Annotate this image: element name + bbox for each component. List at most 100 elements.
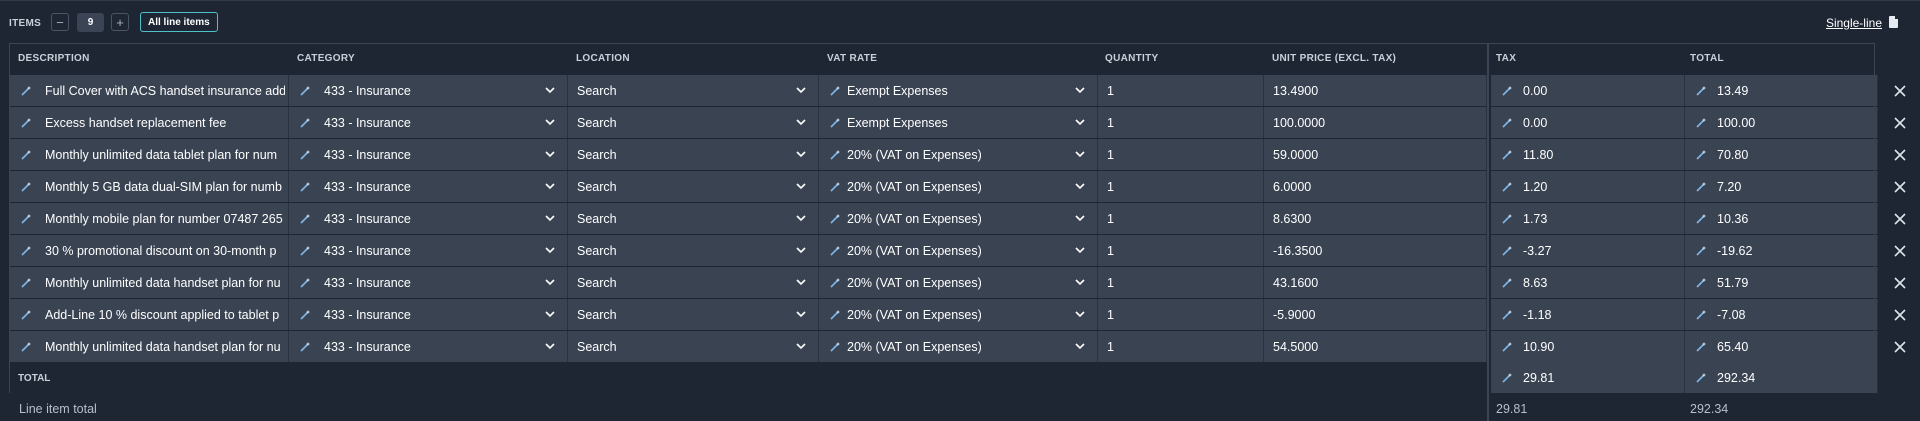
location-select[interactable]: Search (568, 235, 819, 266)
chevron-down-icon[interactable] (545, 150, 555, 158)
vat-rate-select[interactable]: 20% (VAT on Expenses) (819, 171, 1098, 202)
increase-count-button[interactable]: + (111, 13, 129, 31)
all-line-items-button[interactable]: All line items (140, 12, 218, 32)
decrease-count-button[interactable]: − (51, 13, 69, 31)
chevron-down-icon[interactable] (796, 310, 806, 318)
chevron-down-icon[interactable] (545, 278, 555, 286)
chevron-down-icon[interactable] (796, 118, 806, 126)
quantity-field[interactable]: 1 (1098, 235, 1264, 266)
category-select[interactable]: 433 - Insurance (289, 139, 568, 170)
close-icon[interactable] (1893, 244, 1907, 258)
vat-rate-select[interactable]: 20% (VAT on Expenses) (819, 299, 1098, 330)
unit-price-field[interactable]: -5.9000 (1264, 299, 1487, 330)
quantity-field[interactable]: 1 (1098, 267, 1264, 298)
tax-field[interactable]: 1.73 (1491, 203, 1685, 234)
unit-price-field[interactable]: 54.5000 (1264, 331, 1487, 362)
close-icon[interactable] (1893, 116, 1907, 130)
close-icon[interactable] (1893, 180, 1907, 194)
tax-field[interactable]: 8.63 (1491, 267, 1685, 298)
close-icon[interactable] (1893, 340, 1907, 354)
total-field[interactable]: 51.79 (1685, 267, 1878, 298)
chevron-down-icon[interactable] (545, 342, 555, 350)
location-select[interactable]: Search (568, 139, 819, 170)
description-cell[interactable]: Monthly unlimited data tablet plan for n… (10, 139, 289, 170)
location-select[interactable]: Search (568, 299, 819, 330)
location-select[interactable]: Search (568, 331, 819, 362)
quantity-field[interactable]: 1 (1098, 139, 1264, 170)
total-field[interactable]: 70.80 (1685, 139, 1878, 170)
total-field[interactable]: -7.08 (1685, 299, 1878, 330)
category-select[interactable]: 433 - Insurance (289, 331, 568, 362)
description-cell[interactable]: Excess handset replacement fee (10, 107, 289, 138)
unit-price-field[interactable]: 13.4900 (1264, 75, 1487, 106)
chevron-down-icon[interactable] (545, 246, 555, 254)
vat-rate-select[interactable]: Exempt Expenses (819, 107, 1098, 138)
chevron-down-icon[interactable] (796, 246, 806, 254)
unit-price-field[interactable]: -16.3500 (1264, 235, 1487, 266)
tax-field[interactable]: -3.27 (1491, 235, 1685, 266)
chevron-down-icon[interactable] (796, 182, 806, 190)
vat-rate-select[interactable]: 20% (VAT on Expenses) (819, 139, 1098, 170)
close-icon[interactable] (1893, 276, 1907, 290)
total-field[interactable]: 100.00 (1685, 107, 1878, 138)
chevron-down-icon[interactable] (796, 150, 806, 158)
total-field[interactable]: 13.49 (1685, 75, 1878, 106)
chevron-down-icon[interactable] (1075, 310, 1085, 318)
close-icon[interactable] (1893, 148, 1907, 162)
quantity-field[interactable]: 1 (1098, 299, 1264, 330)
vat-rate-select[interactable]: 20% (VAT on Expenses) (819, 267, 1098, 298)
chevron-down-icon[interactable] (1075, 150, 1085, 158)
total-field[interactable]: 10.36 (1685, 203, 1878, 234)
category-select[interactable]: 433 - Insurance (289, 107, 568, 138)
chevron-down-icon[interactable] (545, 118, 555, 126)
quantity-field[interactable]: 1 (1098, 331, 1264, 362)
tax-field[interactable]: 1.20 (1491, 171, 1685, 202)
description-cell[interactable]: 30 % promotional discount on 30-month p (10, 235, 289, 266)
close-icon[interactable] (1893, 308, 1907, 322)
document-icon[interactable] (1889, 16, 1898, 28)
chevron-down-icon[interactable] (1075, 214, 1085, 222)
category-select[interactable]: 433 - Insurance (289, 299, 568, 330)
tax-field[interactable]: -1.18 (1491, 299, 1685, 330)
close-icon[interactable] (1893, 84, 1907, 98)
total-field[interactable]: -19.62 (1685, 235, 1878, 266)
description-cell[interactable]: Monthly 5 GB data dual-SIM plan for numb (10, 171, 289, 202)
category-select[interactable]: 433 - Insurance (289, 235, 568, 266)
unit-price-field[interactable]: 8.6300 (1264, 203, 1487, 234)
tax-field[interactable]: 0.00 (1491, 75, 1685, 106)
total-field[interactable]: 7.20 (1685, 171, 1878, 202)
chevron-down-icon[interactable] (545, 182, 555, 190)
category-select[interactable]: 433 - Insurance (289, 171, 568, 202)
vat-rate-select[interactable]: 20% (VAT on Expenses) (819, 235, 1098, 266)
chevron-down-icon[interactable] (545, 214, 555, 222)
chevron-down-icon[interactable] (1075, 86, 1085, 94)
item-count-value[interactable]: 9 (77, 13, 104, 32)
chevron-down-icon[interactable] (1075, 182, 1085, 190)
category-select[interactable]: 433 - Insurance (289, 267, 568, 298)
unit-price-field[interactable]: 100.0000 (1264, 107, 1487, 138)
unit-price-field[interactable]: 59.0000 (1264, 139, 1487, 170)
quantity-field[interactable]: 1 (1098, 203, 1264, 234)
description-cell[interactable]: Monthly unlimited data handset plan for … (10, 267, 289, 298)
unit-price-field[interactable]: 6.0000 (1264, 171, 1487, 202)
chevron-down-icon[interactable] (1075, 118, 1085, 126)
quantity-field[interactable]: 1 (1098, 171, 1264, 202)
tax-field[interactable]: 11.80 (1491, 139, 1685, 170)
chevron-down-icon[interactable] (1075, 246, 1085, 254)
tax-field[interactable]: 0.00 (1491, 107, 1685, 138)
description-cell[interactable]: Monthly unlimited data handset plan for … (10, 331, 289, 362)
chevron-down-icon[interactable] (796, 86, 806, 94)
chevron-down-icon[interactable] (545, 86, 555, 94)
tax-field[interactable]: 10.90 (1491, 331, 1685, 362)
location-select[interactable]: Search (568, 171, 819, 202)
unit-price-field[interactable]: 43.1600 (1264, 267, 1487, 298)
location-select[interactable]: Search (568, 267, 819, 298)
vat-rate-select[interactable]: Exempt Expenses (819, 75, 1098, 106)
chevron-down-icon[interactable] (1075, 278, 1085, 286)
quantity-field[interactable]: 1 (1098, 75, 1264, 106)
total-field[interactable]: 65.40 (1685, 331, 1878, 362)
category-select[interactable]: 433 - Insurance (289, 203, 568, 234)
location-select[interactable]: Search (568, 75, 819, 106)
chevron-down-icon[interactable] (796, 278, 806, 286)
chevron-down-icon[interactable] (545, 310, 555, 318)
